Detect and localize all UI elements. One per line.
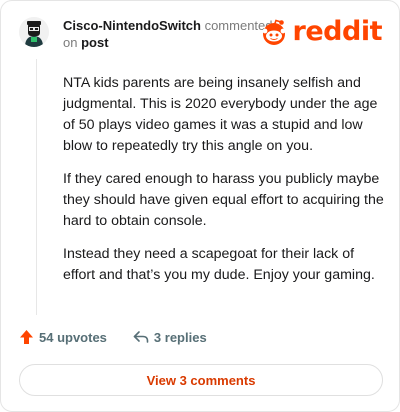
reddit-alien-icon — [262, 19, 285, 45]
upvote-count: 54 upvotes — [39, 329, 107, 345]
comment-card: Cisco-NintendoSwitch commented on post r… — [0, 0, 400, 412]
logo-text: reddit — [292, 16, 383, 47]
post-link[interactable]: post — [81, 35, 108, 50]
upvote-button[interactable]: 54 upvotes — [19, 329, 107, 345]
avatar-icon — [19, 17, 49, 47]
view-comments-button[interactable]: View 3 comments — [19, 364, 383, 396]
comment-actions: 54 upvotes 3 replies — [19, 329, 207, 345]
on-text: on — [63, 35, 78, 50]
comment-body: NTA kids parents are being insanely self… — [63, 73, 388, 298]
comment-paragraph: If they cared enough to harass you publi… — [63, 171, 384, 229]
thread-line — [36, 59, 37, 315]
comment-paragraph: NTA kids parents are being insanely self… — [63, 75, 378, 154]
reddit-logo[interactable]: reddit — [259, 16, 383, 47]
avatar[interactable] — [19, 17, 49, 47]
author-name[interactable]: Cisco-NintendoSwitch — [63, 18, 201, 33]
upvote-arrow-icon — [20, 330, 33, 344]
reply-arrow-icon — [133, 331, 149, 343]
replies-button[interactable]: 3 replies — [133, 330, 207, 345]
comment-paragraph: Instead they need a scapegoat for their … — [63, 246, 375, 283]
replies-count: 3 replies — [153, 329, 207, 345]
